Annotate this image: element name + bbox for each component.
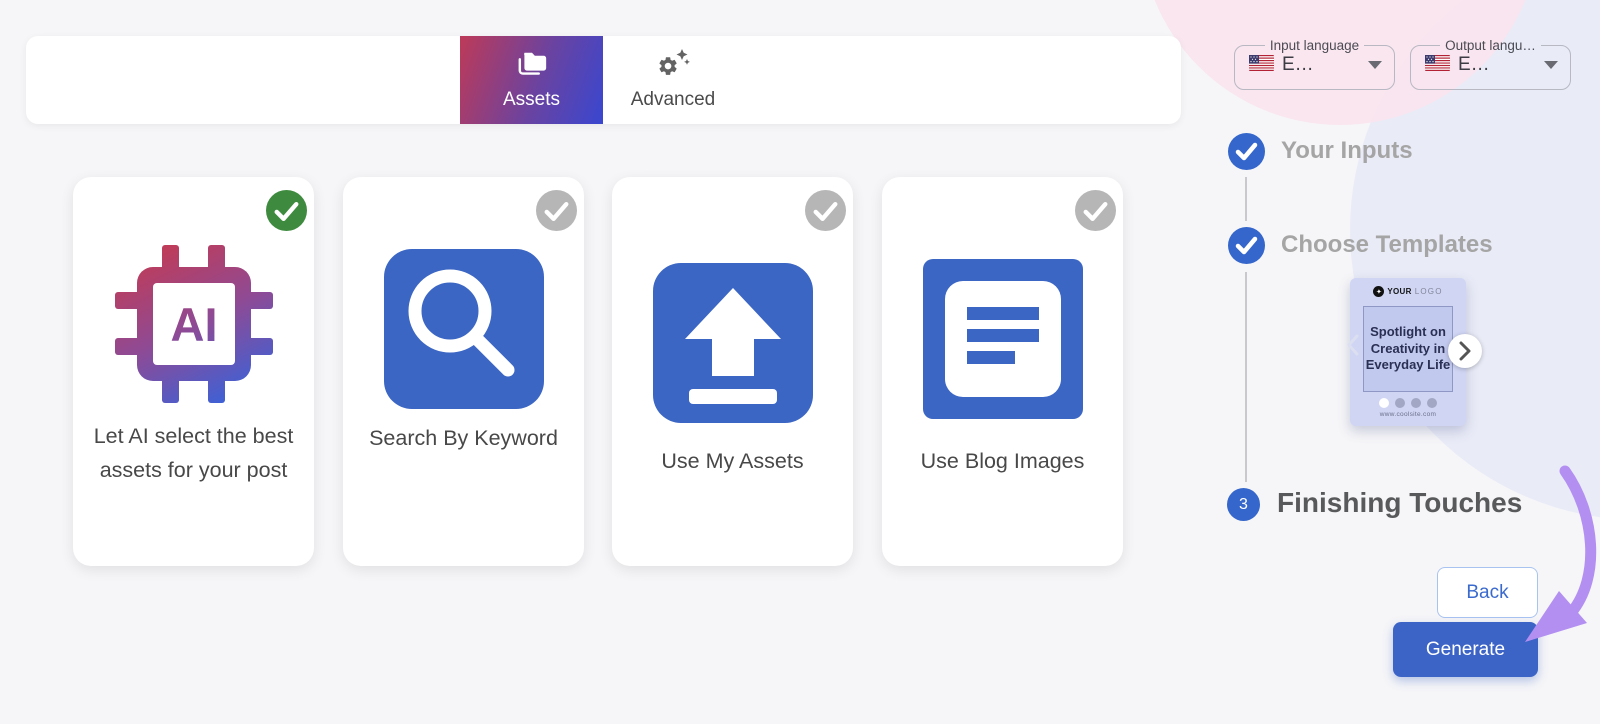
carousel-prev-icon[interactable] xyxy=(1346,334,1359,361)
template-website: www.coolsite.com xyxy=(1379,411,1437,418)
output-language-select[interactable]: E… xyxy=(1411,53,1570,76)
card-label: Let AI select the best assets for your p… xyxy=(93,424,294,482)
step1-done-check-icon xyxy=(1228,133,1265,170)
card-blog-images[interactable]: Use Blog Images xyxy=(882,177,1123,566)
purple-annotation-arrow xyxy=(1525,465,1597,642)
card-my-assets[interactable]: Use My Assets xyxy=(612,177,853,566)
output-language-value: E… xyxy=(1458,54,1490,75)
search-icon xyxy=(383,249,544,409)
svg-text:AI: AI xyxy=(170,298,217,351)
chevron-down-icon xyxy=(1368,61,1382,69)
us-flag-icon xyxy=(1249,54,1274,76)
card-ai-select[interactable]: AI Let AI select the best assets for you… xyxy=(73,177,314,566)
asset-selection-page: Assets Advanced AI Let AI select the bes… xyxy=(0,0,1600,724)
input-language-field: Input language E… xyxy=(1234,38,1395,90)
gear-sparkle-icon xyxy=(655,49,691,84)
input-language-select[interactable]: E… xyxy=(1235,53,1394,76)
carousel-next-button[interactable] xyxy=(1448,334,1482,368)
tab-assets[interactable]: Assets xyxy=(460,36,603,124)
back-button-label: Back xyxy=(1466,581,1509,603)
carousel-dots xyxy=(1350,398,1466,408)
unselected-check-icon xyxy=(805,190,846,231)
tab-advanced-label: Advanced xyxy=(630,89,716,110)
logo-word-2: LOGO xyxy=(1414,287,1443,296)
selected-check-icon xyxy=(266,190,307,231)
folders-icon xyxy=(515,49,549,84)
carousel-dot[interactable] xyxy=(1395,398,1405,408)
output-language-field: Output langu… E… xyxy=(1410,38,1571,90)
template-title-box: Spotlight on Creativity in Everyday Life xyxy=(1363,306,1453,392)
top-tab-bar: Assets Advanced xyxy=(26,36,1181,124)
card-search-keyword[interactable]: Search By Keyword xyxy=(343,177,584,566)
tab-advanced[interactable]: Advanced xyxy=(603,36,743,124)
template-preview-card: ✦ YOUR LOGO Spotlight on Creativity in E… xyxy=(1347,278,1482,426)
input-language-label: Input language xyxy=(1269,38,1360,53)
template-title-line: Creativity in xyxy=(1370,340,1446,356)
step3-number: 3 xyxy=(1239,495,1248,513)
template-title-line: Everyday Life xyxy=(1365,357,1451,373)
carousel-dot[interactable] xyxy=(1379,398,1389,408)
unselected-check-icon xyxy=(1075,190,1116,231)
card-label: Search By Keyword xyxy=(369,426,558,450)
chevron-down-icon xyxy=(1544,61,1558,69)
upload-icon xyxy=(652,263,813,423)
ai-chip-icon: AI xyxy=(114,245,273,408)
tab-assets-label: Assets xyxy=(502,89,561,110)
template-logo: ✦ YOUR LOGO xyxy=(1350,286,1466,297)
unselected-check-icon xyxy=(536,190,577,231)
card-label: Use Blog Images xyxy=(920,449,1085,473)
carousel-dot[interactable] xyxy=(1411,398,1421,408)
step3-label: Finishing Touches xyxy=(1277,487,1523,518)
output-language-label: Output langu… xyxy=(1445,38,1536,53)
step-connector xyxy=(1245,272,1247,482)
carousel-dot[interactable] xyxy=(1427,398,1437,408)
step-connector xyxy=(1245,177,1247,221)
input-language-value: E… xyxy=(1282,54,1314,75)
generate-button-label: Generate xyxy=(1425,638,1506,660)
blog-article-icon xyxy=(922,259,1083,419)
logo-word: YOUR xyxy=(1387,287,1412,296)
logo-mark-icon: ✦ xyxy=(1373,286,1385,297)
step2-done-check-icon xyxy=(1228,227,1265,264)
step2-label: Choose Templates xyxy=(1281,231,1493,258)
step3-number-badge: 3 xyxy=(1227,488,1260,521)
step1-label: Your Inputs xyxy=(1281,137,1413,164)
us-flag-icon xyxy=(1425,54,1450,76)
template-title-line: Spotlight on xyxy=(1370,324,1446,340)
card-label: Use My Assets xyxy=(661,449,804,473)
